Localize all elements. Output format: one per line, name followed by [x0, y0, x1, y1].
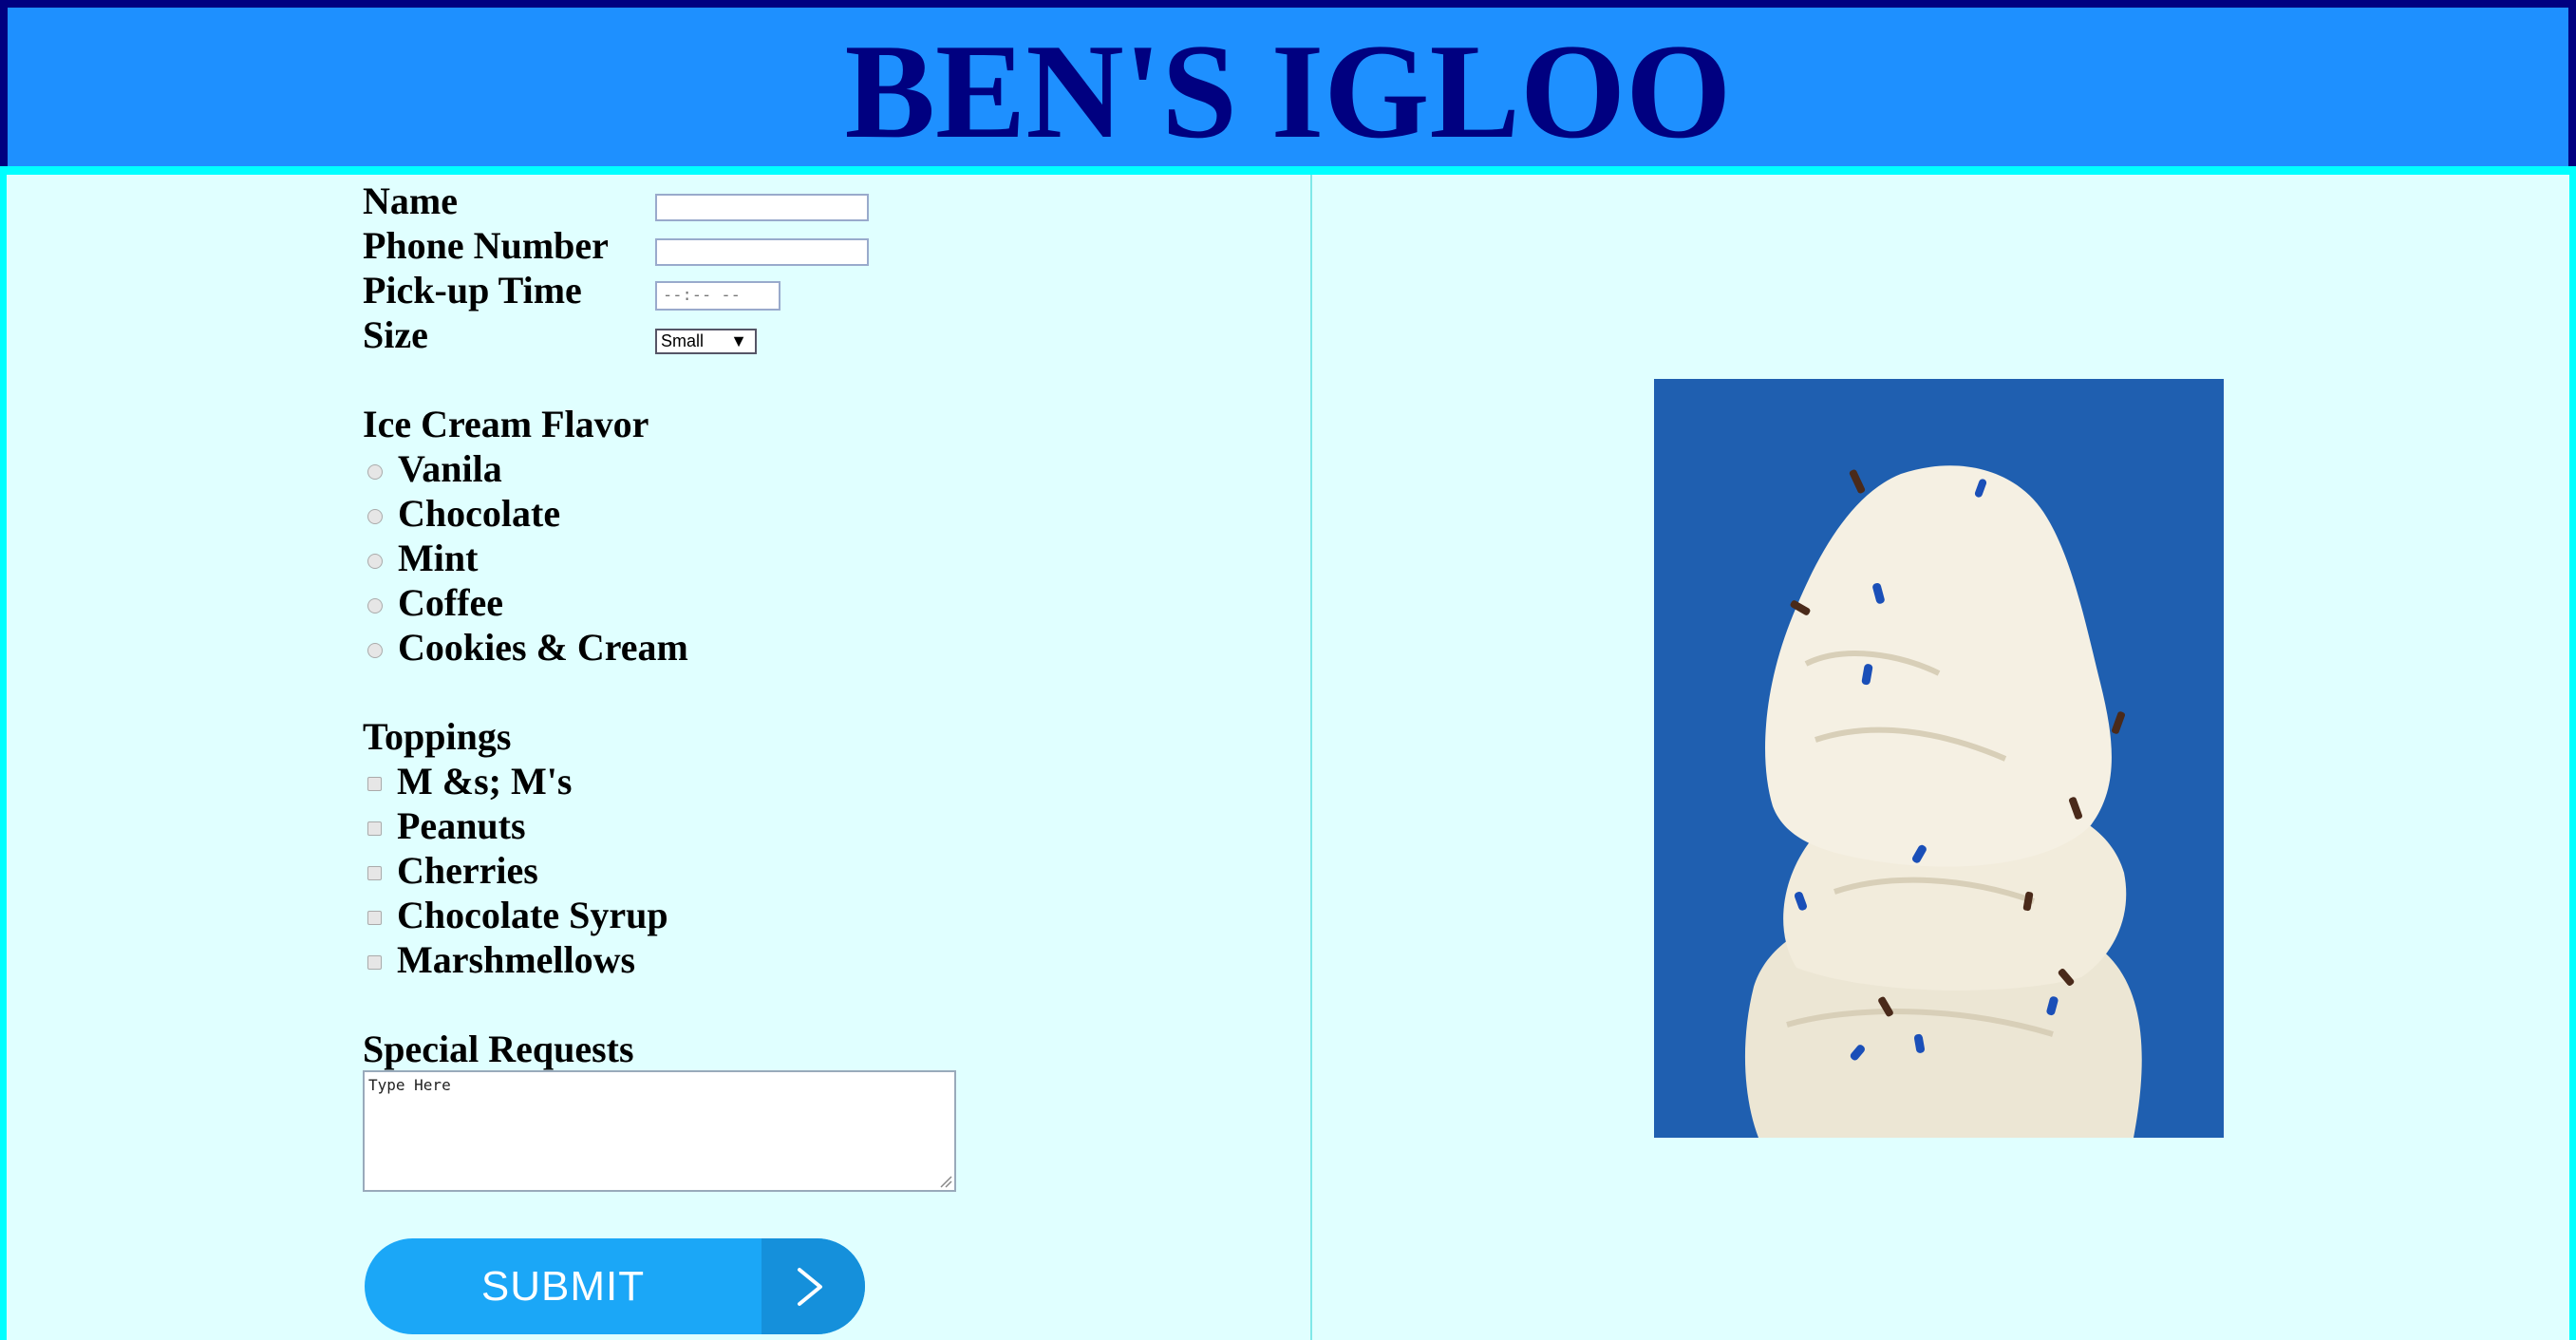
topping-option-label: M &s; M's	[397, 760, 573, 802]
special-requests-textarea[interactable]: Type Here	[363, 1070, 956, 1192]
topping-checkbox-cherries[interactable]	[367, 866, 382, 880]
special-requests-heading: Special Requests	[363, 1028, 634, 1070]
size-select-value: Small	[661, 331, 705, 350]
submit-arrow-zone	[762, 1238, 865, 1334]
topping-checkbox-mms[interactable]	[367, 777, 382, 791]
name-input[interactable]	[655, 194, 869, 221]
topping-checkbox-chocolate-syrup[interactable]	[367, 911, 382, 925]
flavor-radio-chocolate[interactable]	[367, 509, 383, 524]
flavor-option-label: Coffee	[398, 581, 504, 624]
flavor-option-label: Mint	[398, 537, 479, 579]
site-header: BEN'S IGLOO	[0, 0, 2576, 174]
topping-checkbox-marshmellows[interactable]	[367, 955, 382, 970]
topping-option-label: Peanuts	[397, 804, 526, 847]
flavor-option-label: Vanila	[398, 447, 502, 490]
flavor-heading: Ice Cream Flavor	[363, 403, 649, 445]
pickup-time-label: Pick-up Time	[363, 269, 582, 311]
flavor-radio-mint[interactable]	[367, 554, 383, 569]
phone-label: Phone Number	[363, 224, 609, 267]
resize-grip-icon[interactable]	[939, 1175, 952, 1188]
phone-input[interactable]	[655, 238, 869, 266]
site-title: BEN'S IGLOO	[844, 16, 1732, 166]
chevron-right-icon	[798, 1268, 822, 1306]
topping-option-label: Marshmellows	[397, 938, 636, 981]
topping-option-label: Cherries	[397, 849, 538, 892]
flavor-option-label: Cookies & Cream	[398, 626, 688, 669]
name-label: Name	[363, 179, 458, 222]
topping-option-label: Chocolate Syrup	[397, 894, 668, 936]
column-divider	[1310, 175, 1312, 1340]
submit-button-label: SUBMIT	[480, 1263, 646, 1310]
ice-cream-image	[1654, 379, 2224, 1138]
flavor-radio-vanila[interactable]	[367, 464, 383, 480]
topping-checkbox-peanuts[interactable]	[367, 821, 382, 836]
size-label: Size	[363, 313, 428, 356]
header-underline	[0, 166, 2576, 175]
pickup-time-input[interactable]: --:-- --	[655, 281, 780, 311]
flavor-option-label: Chocolate	[398, 492, 561, 535]
flavor-radio-coffee[interactable]	[367, 598, 383, 613]
special-requests-value: Type Here	[368, 1076, 451, 1094]
flavor-radio-cookies-cream[interactable]	[367, 643, 383, 658]
triangle-down-icon: ▼	[730, 331, 747, 350]
ice-cream-scoops-image	[1654, 379, 2224, 1138]
toppings-heading: Toppings	[363, 715, 512, 758]
size-select[interactable]: Small ▼	[655, 329, 757, 354]
submit-button[interactable]: SUBMIT	[365, 1238, 865, 1334]
